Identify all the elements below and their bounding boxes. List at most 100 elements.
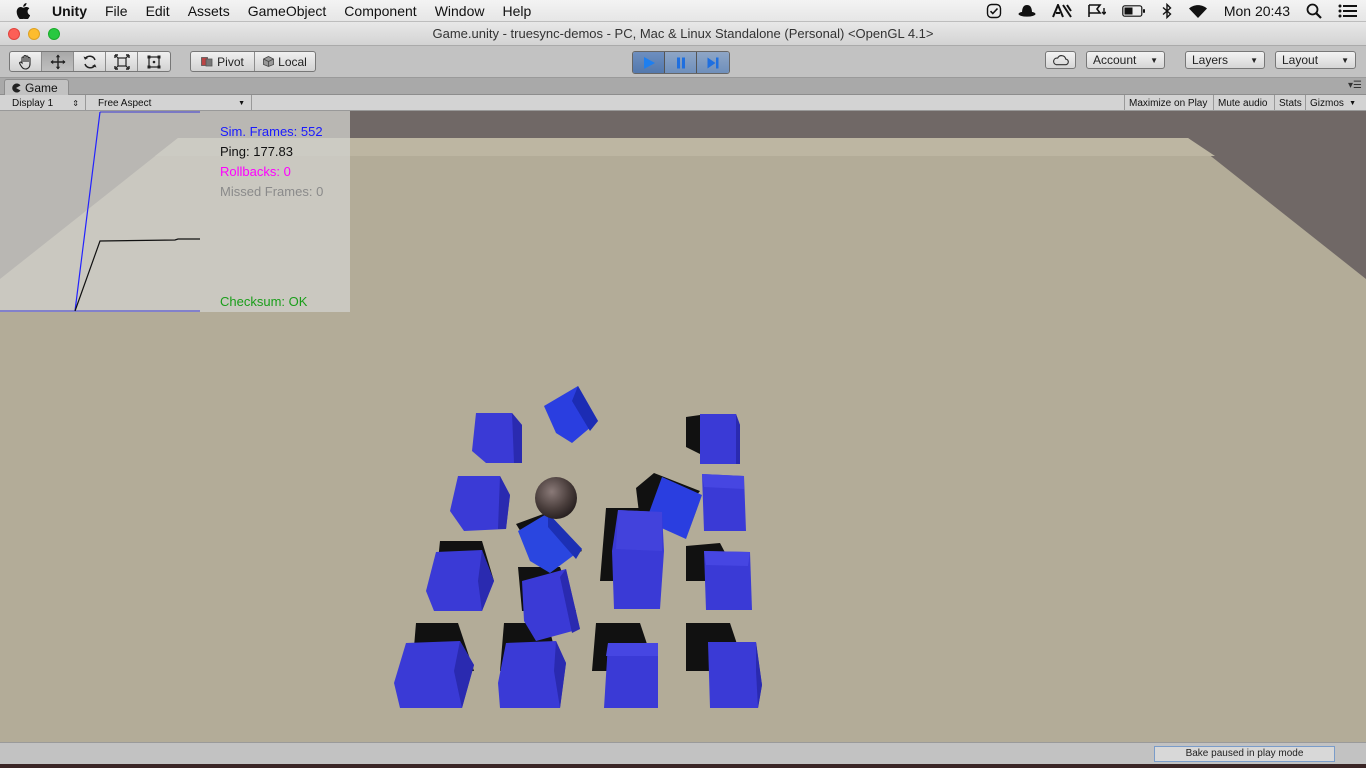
cloud-icon <box>1053 55 1069 66</box>
wifi-icon[interactable] <box>1180 0 1216 22</box>
menu-edit[interactable]: Edit <box>137 0 179 22</box>
maximize-on-play-label: Maximize on Play <box>1129 97 1208 109</box>
rollbacks-text: Rollbacks: 0 <box>220 164 291 179</box>
bake-status[interactable]: Bake paused in play mode <box>1154 746 1335 762</box>
rotate-tool-button[interactable] <box>74 52 106 71</box>
local-toggle-button[interactable]: Local <box>255 52 315 71</box>
pause-icon <box>676 57 685 68</box>
spotlight-search-icon[interactable] <box>1298 0 1330 22</box>
move-icon <box>50 54 65 69</box>
step-icon <box>707 57 719 68</box>
mute-audio-toggle[interactable]: Mute audio <box>1213 95 1274 111</box>
playback-controls <box>632 51 730 74</box>
close-window-button[interactable] <box>8 28 20 40</box>
chevron-down-icon: ▼ <box>1250 55 1258 65</box>
pivot-icon <box>201 56 213 66</box>
missed-frames-text: Missed Frames: 0 <box>220 184 324 199</box>
cube <box>702 474 746 531</box>
scale-icon <box>113 53 130 70</box>
aspect-label: Free Aspect <box>98 97 152 109</box>
minimize-window-button[interactable] <box>28 28 40 40</box>
cube <box>708 642 762 708</box>
pause-button[interactable] <box>665 52 697 73</box>
maximize-on-play-toggle[interactable]: Maximize on Play <box>1124 95 1213 111</box>
account-dropdown[interactable]: Account ▼ <box>1086 51 1165 69</box>
stats-toggle[interactable]: Stats <box>1274 95 1305 111</box>
tab-game-label: Game <box>25 80 58 95</box>
local-label: Local <box>278 54 307 69</box>
apple-menu-icon[interactable] <box>0 2 46 19</box>
gizmos-dropdown[interactable]: Gizmos ▼ <box>1305 95 1360 111</box>
menu-file[interactable]: File <box>96 0 137 22</box>
game-view-toolbar: Display 1 ⇕ Free Aspect ▼ Maximize on Pl… <box>0 95 1366 111</box>
hand-icon <box>18 54 31 70</box>
ping-text: Ping: 177.83 <box>220 144 294 159</box>
display-dropdown[interactable]: Display 1 ⇕ <box>6 95 86 111</box>
hat-icon[interactable] <box>1010 0 1044 22</box>
layout-dropdown[interactable]: Layout ▼ <box>1275 51 1356 69</box>
rect-transform-tool-button[interactable] <box>138 52 170 71</box>
pivot-label: Pivot <box>217 54 244 69</box>
chevron-down-icon: ▼ <box>238 99 245 107</box>
adobe-icon[interactable] <box>1044 0 1080 22</box>
mute-audio-label: Mute audio <box>1218 97 1268 109</box>
cube <box>450 476 510 531</box>
local-cube-icon <box>263 56 275 67</box>
stats-label: Stats <box>1279 97 1302 109</box>
game-tab-bar: Game ▾☰ <box>0 78 1366 95</box>
pivot-local-group: Pivot Local <box>190 51 316 72</box>
aspect-dropdown[interactable]: Free Aspect ▼ <box>92 95 252 111</box>
tab-game[interactable]: Game <box>4 79 69 95</box>
macos-menu-bar: Unity File Edit Assets GameObject Compon… <box>0 0 1366 22</box>
cube <box>700 414 740 464</box>
checksum-text: Checksum: OK <box>220 294 308 309</box>
chevron-down-icon: ▼ <box>1349 99 1356 107</box>
bluetooth-icon[interactable] <box>1154 0 1180 22</box>
cube <box>426 550 494 611</box>
sim-frames-text: Sim. Frames: 552 <box>220 124 323 139</box>
cube <box>472 413 522 463</box>
scale-tool-button[interactable] <box>106 52 138 71</box>
window-title: Game.unity - truesync-demos - PC, Mac & … <box>432 26 934 41</box>
updown-arrows-icon: ⇕ <box>72 98 79 108</box>
gizmos-label: Gizmos <box>1310 97 1344 109</box>
cube <box>498 641 566 708</box>
rect-transform-icon <box>147 55 161 68</box>
cube <box>704 551 752 610</box>
play-icon <box>643 56 655 69</box>
window-title-bar: Game.unity - truesync-demos - PC, Mac & … <box>0 22 1366 46</box>
menu-help[interactable]: Help <box>493 0 540 22</box>
notification-center-icon[interactable] <box>1330 0 1366 22</box>
window-controls <box>8 28 60 40</box>
checkmark-circle-icon[interactable] <box>978 0 1010 22</box>
menu-gameobject[interactable]: GameObject <box>239 0 336 22</box>
flag-sync-icon[interactable] <box>1080 0 1114 22</box>
battery-icon[interactable] <box>1114 0 1154 22</box>
chevron-down-icon: ▼ <box>1341 55 1349 65</box>
menu-component[interactable]: Component <box>335 0 425 22</box>
step-button[interactable] <box>697 52 729 73</box>
account-label: Account <box>1093 53 1137 67</box>
play-button[interactable] <box>633 52 665 73</box>
clock[interactable]: Mon 20:43 <box>1216 0 1298 22</box>
layers-dropdown[interactable]: Layers ▼ <box>1185 51 1265 69</box>
menu-assets[interactable]: Assets <box>179 0 239 22</box>
rotate-icon <box>83 54 96 69</box>
cloud-button[interactable] <box>1045 51 1076 69</box>
display-label: Display 1 <box>12 97 54 109</box>
dock-strip <box>0 764 1366 768</box>
pivot-toggle-button[interactable]: Pivot <box>191 52 255 71</box>
transform-tools <box>9 51 171 72</box>
cube <box>394 641 474 708</box>
layers-label: Layers <box>1192 53 1229 67</box>
menu-window[interactable]: Window <box>426 0 494 22</box>
zoom-window-button[interactable] <box>48 28 60 40</box>
player-sphere <box>535 477 577 519</box>
hand-tool-button[interactable] <box>10 52 42 71</box>
unity-toolbar: Pivot Local Account ▼ Layers ▼ Layout ▼ <box>0 46 1366 78</box>
menu-app-name[interactable]: Unity <box>46 0 96 22</box>
tab-menu-icon[interactable]: ▾☰ <box>1348 80 1362 91</box>
truesync-stats-panel: Sim. Frames: 552 Ping: 177.83 Rollbacks:… <box>0 111 350 312</box>
layout-label: Layout <box>1282 53 1319 67</box>
move-tool-button[interactable] <box>42 52 74 71</box>
